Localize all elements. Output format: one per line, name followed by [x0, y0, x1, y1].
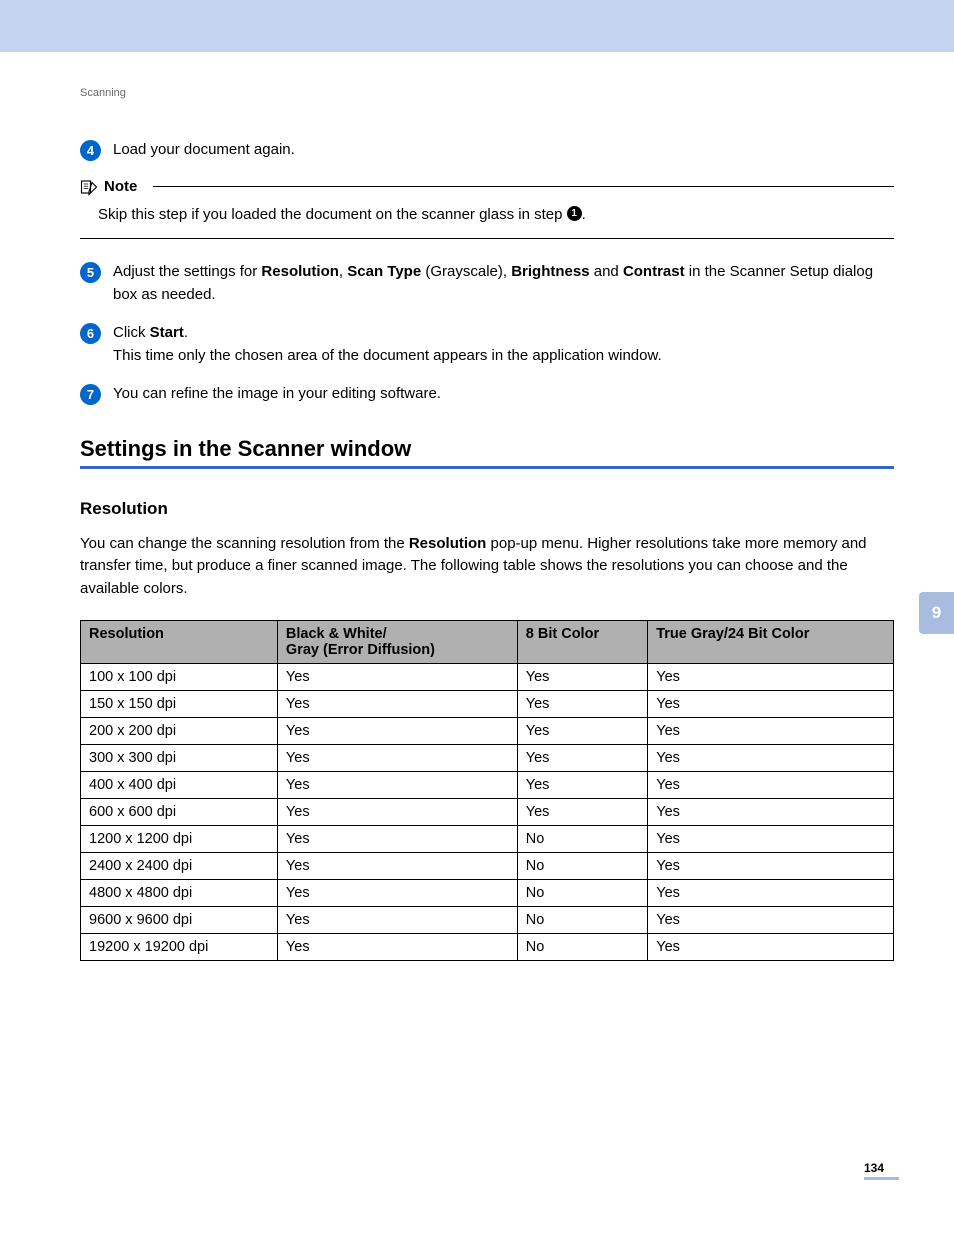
table-cell: Yes: [648, 934, 894, 961]
table-cell: Yes: [277, 799, 517, 826]
step-text: You can refine the image in your editing…: [113, 383, 894, 406]
pencil-note-icon: [80, 178, 98, 196]
table-cell: Yes: [517, 745, 647, 772]
step-text: Click Start.This time only the chosen ar…: [113, 322, 894, 367]
table-cell: 150 x 150 dpi: [81, 691, 278, 718]
table-cell: No: [517, 907, 647, 934]
step-number-badge: 4: [80, 140, 101, 161]
table-cell: 100 x 100 dpi: [81, 664, 278, 691]
breadcrumb: Scanning: [80, 87, 894, 99]
table-row: 300 x 300 dpiYesYesYes: [81, 745, 894, 772]
table-cell: No: [517, 853, 647, 880]
table-cell: 9600 x 9600 dpi: [81, 907, 278, 934]
table-cell: 1200 x 1200 dpi: [81, 826, 278, 853]
top-bar: [0, 0, 954, 52]
table-cell: Yes: [277, 934, 517, 961]
table-cell: Yes: [648, 745, 894, 772]
table-cell: Yes: [277, 772, 517, 799]
table-cell: No: [517, 880, 647, 907]
table-cell: Yes: [648, 718, 894, 745]
table-row: 1200 x 1200 dpiYesNoYes: [81, 826, 894, 853]
table-cell: Yes: [648, 880, 894, 907]
table-cell: 200 x 200 dpi: [81, 718, 278, 745]
step-7: 7 You can refine the image in your editi…: [80, 383, 894, 406]
table-cell: 400 x 400 dpi: [81, 772, 278, 799]
page-number: 134: [864, 1161, 899, 1180]
table-row: 100 x 100 dpiYesYesYes: [81, 664, 894, 691]
content-area: Scanning 4 Load your document again. Not…: [0, 52, 954, 961]
table-body: 100 x 100 dpiYesYesYes150 x 150 dpiYesYe…: [81, 664, 894, 961]
step-number-badge: 5: [80, 262, 101, 283]
section-title: Settings in the Scanner window: [80, 436, 894, 462]
table-cell: 4800 x 4800 dpi: [81, 880, 278, 907]
resolution-table: ResolutionBlack & White/Gray (Error Diff…: [80, 620, 894, 961]
note-body-text: Skip this step if you loaded the documen…: [98, 206, 567, 223]
table-cell: 600 x 600 dpi: [81, 799, 278, 826]
table-cell: No: [517, 826, 647, 853]
table-cell: Yes: [517, 799, 647, 826]
table-row: 150 x 150 dpiYesYesYes: [81, 691, 894, 718]
note-body: Skip this step if you loaded the documen…: [80, 196, 894, 240]
table-cell: No: [517, 934, 647, 961]
table-row: 2400 x 2400 dpiYesNoYes: [81, 853, 894, 880]
table-cell: Yes: [517, 664, 647, 691]
page: Scanning 4 Load your document again. Not…: [0, 0, 954, 1235]
table-cell: Yes: [277, 664, 517, 691]
page-number-text: 134: [864, 1161, 884, 1175]
table-cell: Yes: [648, 664, 894, 691]
note-label: Note: [104, 178, 137, 195]
table-cell: Yes: [277, 745, 517, 772]
table-row: 400 x 400 dpiYesYesYes: [81, 772, 894, 799]
table-header-cell: True Gray/24 Bit Color: [648, 621, 894, 664]
note-box: Note Skip this step if you loaded the do…: [80, 178, 894, 240]
note-header: Note: [80, 178, 894, 196]
sub-heading: Resolution: [80, 499, 894, 519]
step-5: 5 Adjust the settings for Resolution, Sc…: [80, 261, 894, 306]
step-4: 4 Load your document again.: [80, 139, 894, 162]
table-cell: Yes: [517, 772, 647, 799]
table-cell: Yes: [517, 718, 647, 745]
step-number-badge: 6: [80, 323, 101, 344]
table-cell: Yes: [648, 826, 894, 853]
step-6: 6 Click Start.This time only the chosen …: [80, 322, 894, 367]
step-text: Load your document again.: [113, 139, 894, 162]
table-header-row: ResolutionBlack & White/Gray (Error Diff…: [81, 621, 894, 664]
table-cell: Yes: [648, 853, 894, 880]
table-cell: 2400 x 2400 dpi: [81, 853, 278, 880]
table-header-cell: Resolution: [81, 621, 278, 664]
table-cell: Yes: [277, 718, 517, 745]
table-cell: Yes: [277, 691, 517, 718]
table-row: 200 x 200 dpiYesYesYes: [81, 718, 894, 745]
table-cell: Yes: [277, 880, 517, 907]
table-cell: Yes: [517, 691, 647, 718]
table-cell: 300 x 300 dpi: [81, 745, 278, 772]
step-reference-badge: 1: [567, 206, 582, 221]
table-cell: Yes: [648, 907, 894, 934]
chapter-tab: 9: [919, 592, 954, 634]
table-cell: Yes: [648, 691, 894, 718]
table-cell: Yes: [277, 826, 517, 853]
table-row: 4800 x 4800 dpiYesNoYes: [81, 880, 894, 907]
table-header-cell: Black & White/Gray (Error Diffusion): [277, 621, 517, 664]
section-underline: [80, 466, 894, 469]
table-cell: Yes: [648, 772, 894, 799]
table-row: 9600 x 9600 dpiYesNoYes: [81, 907, 894, 934]
table-cell: Yes: [648, 799, 894, 826]
note-body-suffix: .: [582, 206, 586, 223]
step-number-badge: 7: [80, 384, 101, 405]
table-row: 600 x 600 dpiYesYesYes: [81, 799, 894, 826]
step-text: Adjust the settings for Resolution, Scan…: [113, 261, 894, 306]
table-cell: 19200 x 19200 dpi: [81, 934, 278, 961]
table-header-cell: 8 Bit Color: [517, 621, 647, 664]
table-row: 19200 x 19200 dpiYesNoYes: [81, 934, 894, 961]
page-number-underline: [864, 1177, 899, 1180]
resolution-paragraph: You can change the scanning resolution f…: [80, 533, 894, 601]
table-cell: Yes: [277, 853, 517, 880]
table-cell: Yes: [277, 907, 517, 934]
